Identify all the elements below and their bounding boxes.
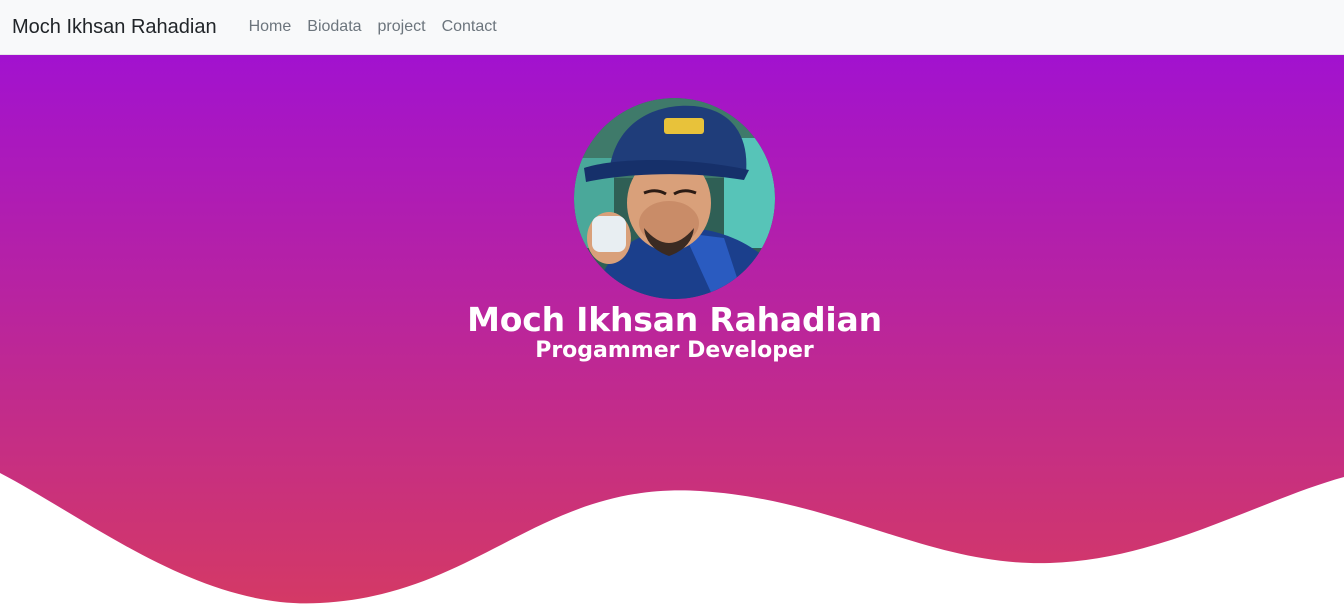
nav-link-biodata[interactable]: Biodata bbox=[299, 18, 369, 36]
navbar: Moch Ikhsan Rahadian Home Biodata projec… bbox=[0, 0, 1344, 55]
nav-link-home[interactable]: Home bbox=[241, 18, 300, 36]
hero-name: Moch Ikhsan Rahadian bbox=[467, 300, 882, 339]
avatar bbox=[574, 98, 775, 299]
navbar-brand[interactable]: Moch Ikhsan Rahadian bbox=[12, 16, 217, 39]
hero-section: Moch Ikhsan Rahadian Progammer Developer bbox=[0, 55, 1344, 615]
hero-role: Progammer Developer bbox=[535, 338, 814, 363]
nav-links: Home Biodata project Contact bbox=[241, 18, 505, 36]
nav-link-project[interactable]: project bbox=[370, 18, 434, 36]
profile-photo-icon bbox=[574, 98, 775, 299]
nav-link-contact[interactable]: Contact bbox=[434, 18, 505, 36]
